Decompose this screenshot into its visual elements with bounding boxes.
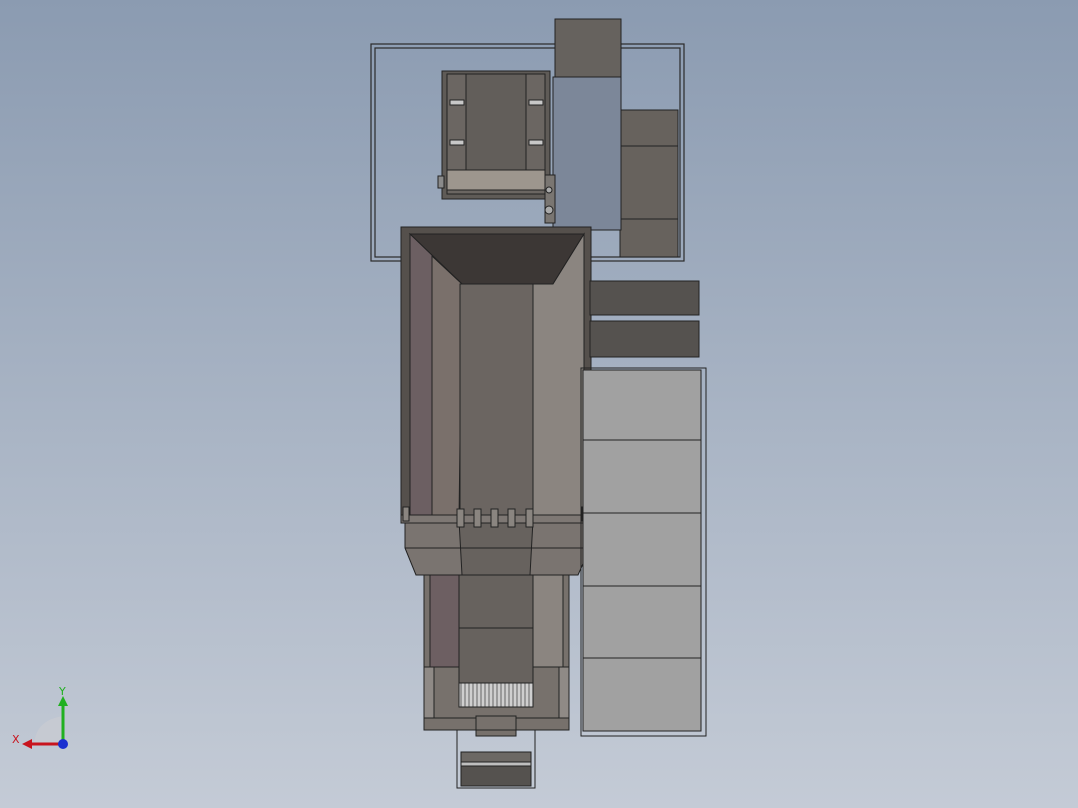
axis-triad: X Y [12, 686, 68, 749]
cad-viewport[interactable]: X Y [0, 0, 1078, 808]
side-panel-stack[interactable] [580, 367, 707, 737]
z-axis-dot [58, 739, 68, 749]
x-axis-arrow [22, 739, 32, 749]
upper-right-blocks[interactable] [619, 109, 679, 258]
triad-shadow [34, 716, 63, 744]
x-axis-label: X [12, 733, 20, 746]
y-axis-label: Y [58, 686, 66, 698]
cad-model-view[interactable] [0, 0, 1078, 808]
motor-unit[interactable] [552, 18, 622, 231]
